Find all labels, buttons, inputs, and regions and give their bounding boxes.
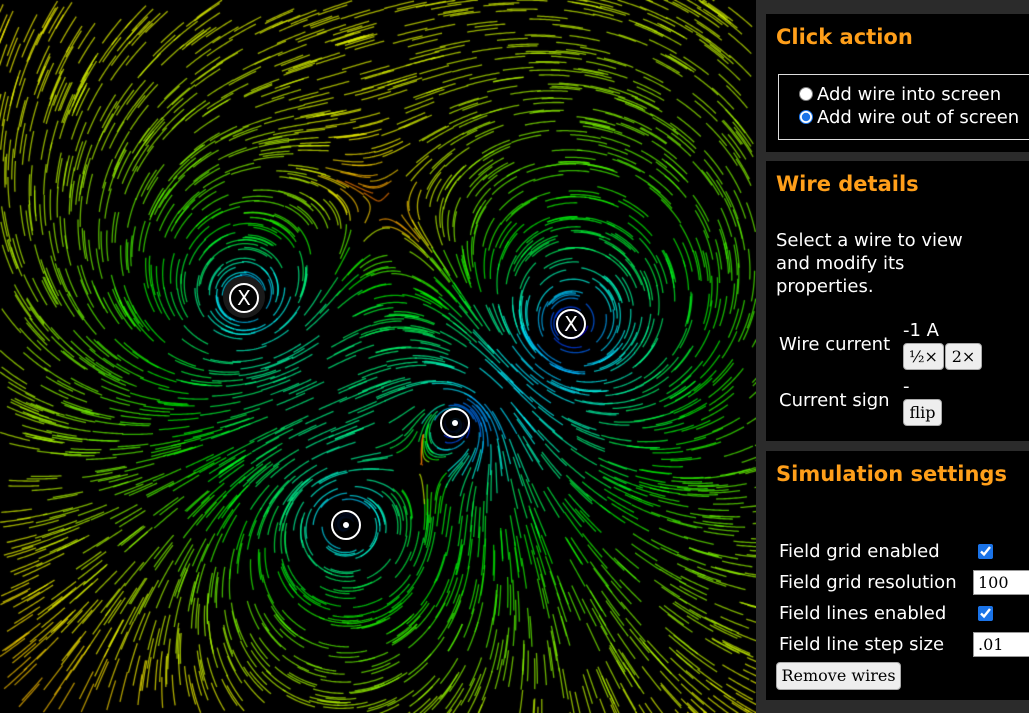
lines-enabled-checkbox[interactable] xyxy=(978,606,993,621)
grid-resolution-input[interactable] xyxy=(973,570,1029,595)
step-size-input[interactable] xyxy=(973,632,1029,657)
simulation-settings-title: Simulation settings xyxy=(776,462,1007,486)
radio-into-input[interactable] xyxy=(799,87,813,101)
remove-wires-button[interactable]: Remove wires xyxy=(776,662,901,690)
grid-enabled-checkbox[interactable] xyxy=(978,544,993,559)
flip-sign-button[interactable]: flip xyxy=(903,399,942,426)
click-action-title: Click action xyxy=(776,25,913,49)
click-action-options: Add wire into screen Add wire out of scr… xyxy=(778,74,1029,140)
radio-add-out[interactable]: Add wire out of screen xyxy=(799,106,1019,128)
sidebar: Click action Add wire into screen Add wi… xyxy=(756,0,1029,713)
simulation-settings-panel: Simulation settings Field grid enabled F… xyxy=(766,451,1029,700)
wire-into-screen-icon[interactable]: X xyxy=(229,283,259,313)
wire-details-panel: Wire details Select a wire to view and m… xyxy=(766,161,1029,441)
radio-out-label: Add wire out of screen xyxy=(817,106,1020,128)
half-current-button[interactable]: ½× xyxy=(903,343,944,370)
radio-out-input[interactable] xyxy=(799,110,813,124)
wire-out-of-screen-icon[interactable] xyxy=(331,510,361,540)
wire-current-value: -1 A xyxy=(903,320,939,341)
wire-into-screen-icon[interactable]: X xyxy=(556,309,586,339)
click-action-panel: Click action Add wire into screen Add wi… xyxy=(766,14,1029,152)
current-sign-value: - xyxy=(903,376,910,397)
grid-resolution-label: Field grid resolution xyxy=(779,572,957,593)
wire-current-label: Wire current xyxy=(779,334,891,355)
double-current-button[interactable]: 2× xyxy=(945,343,982,370)
current-sign-label: Current sign xyxy=(779,390,890,411)
wire-details-title: Wire details xyxy=(776,172,919,196)
radio-add-into[interactable]: Add wire into screen xyxy=(799,83,1001,105)
lines-enabled-label: Field lines enabled xyxy=(779,603,947,624)
step-size-label: Field line step size xyxy=(779,634,945,655)
wire-details-description: Select a wire to view and modify its pro… xyxy=(776,230,963,297)
grid-enabled-label: Field grid enabled xyxy=(779,541,940,562)
wire-out-of-screen-icon[interactable] xyxy=(440,408,470,438)
radio-into-label: Add wire into screen xyxy=(817,83,1002,105)
